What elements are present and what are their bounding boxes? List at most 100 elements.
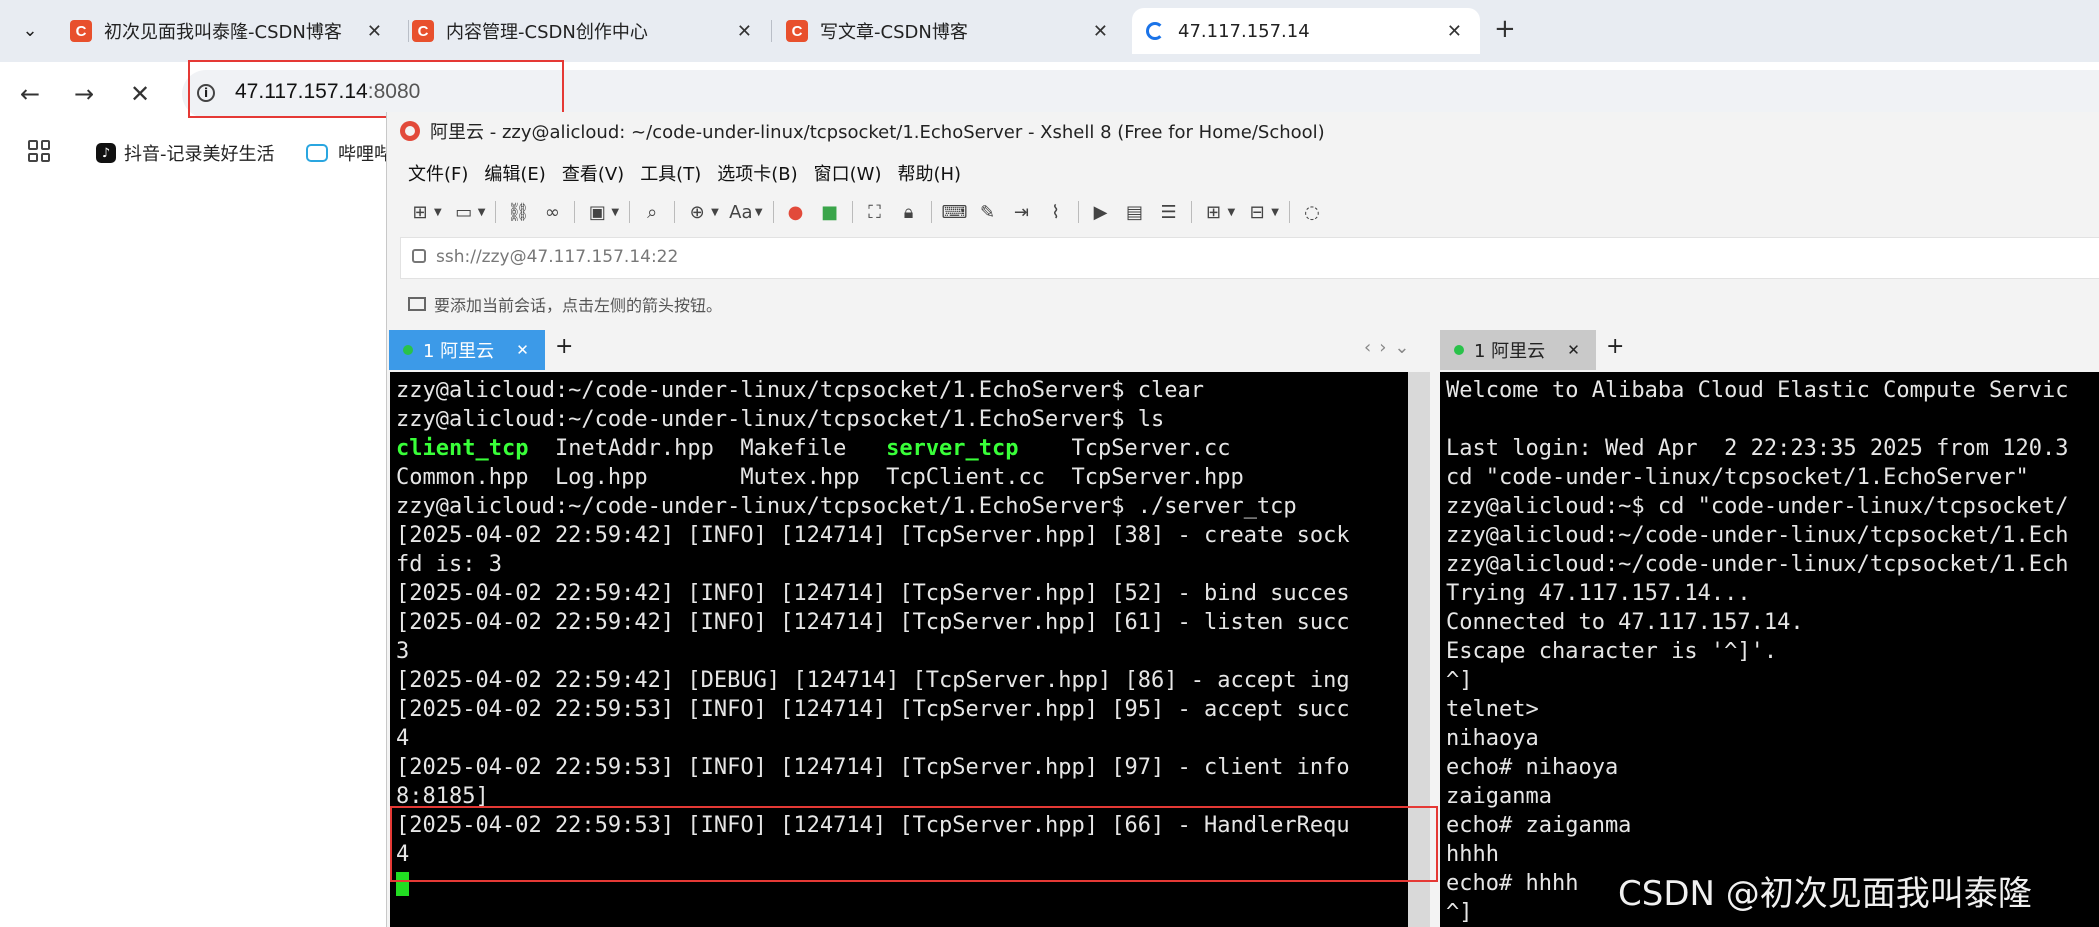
tab-title: 初次见面我叫泰隆-CSDN博客 (104, 22, 342, 43)
browser-tab-write-article[interactable]: C 写文章-CSDN博客 ✕ (786, 8, 1126, 54)
font-icon[interactable]: Aa (729, 202, 753, 223)
terminal-line: telnet> (1446, 697, 1539, 722)
forward-arrow-icon[interactable]: → (74, 80, 94, 108)
xshell-menu-bar: 文件(F) 编辑(E) 查看(V) 工具(T) 选项卡(B) 窗口(W) 帮助(… (408, 160, 961, 186)
menu-file[interactable]: 文件(F) (408, 160, 468, 186)
terminal-right[interactable]: Welcome to Alibaba Cloud Elastic Compute… (1440, 372, 2099, 927)
window-icon[interactable]: ▣ (585, 202, 609, 223)
add-session-icon[interactable] (408, 297, 426, 311)
terminal-line: Welcome to Alibaba Cloud Elastic Compute… (1446, 378, 2069, 403)
browser-tab-blog[interactable]: C 初次见面我叫泰隆-CSDN博客 ✕ (70, 8, 400, 54)
terminal-text: [2025-04-02 22:59:42] [INFO] [124714] [T… (396, 523, 1350, 548)
menu-edit[interactable]: 编辑(E) (484, 160, 545, 186)
xftp-icon[interactable]: ■ (818, 202, 842, 223)
note-icon[interactable]: ▤ (1123, 202, 1147, 223)
terminal-line: cd "code-under-linux/tcpsocket/1.EchoSer… (1446, 465, 2029, 490)
terminal-line: 3 (396, 637, 1408, 666)
terminal-text: [2025-04-02 22:59:42] [DEBUG] [124714] [… (396, 668, 1350, 693)
tab-close-icon[interactable]: ✕ (367, 21, 382, 42)
terminal-line: [2025-04-02 22:59:53] [INFO] [124714] [T… (396, 753, 1408, 782)
highlight-box-handler (390, 806, 1438, 882)
keyboard-icon[interactable]: ⌨ (942, 202, 968, 223)
terminal-text: 3 (396, 639, 410, 664)
terminal-line: nihaoya (1446, 726, 1539, 751)
chat-icon[interactable]: ◌ (1300, 202, 1324, 223)
session-close-icon[interactable]: ✕ (516, 341, 529, 359)
list-icon[interactable]: ☰ (1157, 202, 1181, 223)
menu-window[interactable]: 窗口(W) (814, 160, 882, 186)
terminal-line: [2025-04-02 22:59:53] [INFO] [124714] [T… (396, 695, 1408, 724)
session-tab-right[interactable]: 1 阿里云 ✕ (1440, 330, 1596, 370)
terminal-line: Trying 47.117.157.14... (1446, 581, 1751, 606)
add-session-tab-button[interactable]: + (555, 334, 573, 359)
fullscreen-icon[interactable]: ⛶ (863, 202, 887, 223)
xshell-app-icon[interactable]: ● (784, 202, 808, 223)
new-session-icon[interactable]: ⊞ (408, 202, 432, 223)
terminal-line: echo# zaiganma (1446, 813, 1632, 838)
terminal-line: [2025-04-02 22:59:42] [INFO] [124714] [T… (396, 608, 1408, 637)
bookmark-bilibili[interactable]: 哔哩哔 (306, 140, 392, 166)
session-close-icon[interactable]: ✕ (1567, 341, 1580, 359)
globe-icon[interactable]: ⊕ (685, 202, 709, 223)
terminal-text: TcpServer.cc (1018, 436, 1231, 461)
menu-help[interactable]: 帮助(H) (897, 160, 961, 186)
terminal-text: InetAddr.hpp Makefile (528, 436, 887, 461)
terminal-line: Last login: Wed Apr 2 22:23:35 2025 from… (1446, 436, 2069, 461)
terminal-line: hhhh (1446, 842, 1499, 867)
hint-text: 要添加当前会话，点击左侧的箭头按钮。 (434, 296, 723, 315)
tab-close-icon[interactable]: ✕ (1093, 21, 1108, 42)
bookmark-label: 抖音-记录美好生活 (124, 144, 275, 165)
bilibili-icon (306, 144, 328, 162)
tab-divider (771, 20, 772, 42)
douyin-icon: ♪ (96, 143, 116, 163)
ssh-address[interactable]: ssh://zzy@47.117.157.14:22 (436, 247, 678, 267)
terminal-line: [2025-04-02 22:59:42] [INFO] [124714] [T… (396, 579, 1408, 608)
xshell-logo-icon (400, 121, 420, 141)
add-tab-icon[interactable]: ⊞ (1202, 202, 1226, 223)
lock-icon[interactable]: 🔒︎ (897, 202, 921, 223)
open-folder-icon[interactable]: ▭ (452, 202, 476, 223)
terminal-line: zzy@alicloud:~/code-under-linux/tcpsocke… (1446, 552, 2069, 577)
terminal-line: Connected to 47.117.157.14. (1446, 610, 1804, 635)
layout-icon[interactable]: ⊟ (1245, 202, 1269, 223)
connected-dot-icon (1454, 345, 1464, 355)
window-title: 阿里云 - zzy@alicloud: ~/code-under-linux/t… (430, 122, 1325, 143)
search-icon[interactable]: ⌕ (640, 202, 664, 223)
terminal-text: [2025-04-02 22:59:53] [INFO] [124714] [T… (396, 697, 1350, 722)
menu-view[interactable]: 查看(V) (562, 160, 624, 186)
connected-dot-icon (403, 345, 413, 355)
tab-scroll-arrows-icon[interactable]: ‹›⌄ (1364, 337, 1417, 358)
tab-close-icon[interactable]: ✕ (1447, 21, 1462, 42)
send-icon[interactable]: ⇥ (1010, 202, 1034, 223)
csdn-favicon-icon: C (786, 20, 808, 42)
menu-tabs[interactable]: 选项卡(B) (717, 160, 797, 186)
new-tab-button[interactable]: + (1494, 14, 1516, 44)
script-icon[interactable]: ⌇ (1044, 202, 1068, 223)
terminal-line: zzy@alicloud:~/code-under-linux/tcpsocke… (1446, 523, 2069, 548)
terminal-line: Common.hpp Log.hpp Mutex.hpp TcpClient.c… (396, 463, 1408, 492)
browser-tab-active[interactable]: 47.117.157.14 ✕ (1132, 8, 1480, 54)
terminal-line: 4 (396, 724, 1408, 753)
reconnect-icon[interactable]: ∞ (540, 202, 564, 223)
csdn-favicon-icon: C (412, 20, 434, 42)
session-tab-left[interactable]: 1 阿里云 ✕ (389, 330, 545, 370)
bookmark-douyin[interactable]: ♪ 抖音-记录美好生活 (96, 140, 275, 166)
play-icon[interactable]: ▶ (1089, 202, 1113, 223)
tab-close-icon[interactable]: ✕ (737, 21, 752, 42)
pen-icon[interactable]: ✎ (976, 202, 1000, 223)
add-session-tab-button[interactable]: + (1606, 334, 1624, 359)
apps-grid-icon[interactable] (28, 140, 50, 162)
tab-title: 写文章-CSDN博客 (820, 22, 968, 43)
browser-tab-content-manage[interactable]: C 内容管理-CSDN创作中心 ✕ (412, 8, 770, 54)
terminal-line: client_tcp InetAddr.hpp Makefile server_… (396, 434, 1408, 463)
terminal-line: zaiganma (1446, 784, 1552, 809)
terminal-text: zzy@alicloud:~/code-under-linux/tcpsocke… (396, 407, 1165, 432)
terminal-line: zzy@alicloud:~/code-under-linux/tcpsocke… (396, 492, 1408, 521)
bookmark-label: 哔哩哔 (338, 144, 392, 165)
tab-search-chevron-icon[interactable]: ⌄ (10, 10, 50, 50)
disconnect-icon[interactable]: ⛓ (506, 202, 530, 223)
back-arrow-icon[interactable]: ← (20, 80, 40, 108)
menu-tools[interactable]: 工具(T) (640, 160, 701, 186)
stop-loading-icon[interactable]: ✕ (130, 80, 150, 108)
